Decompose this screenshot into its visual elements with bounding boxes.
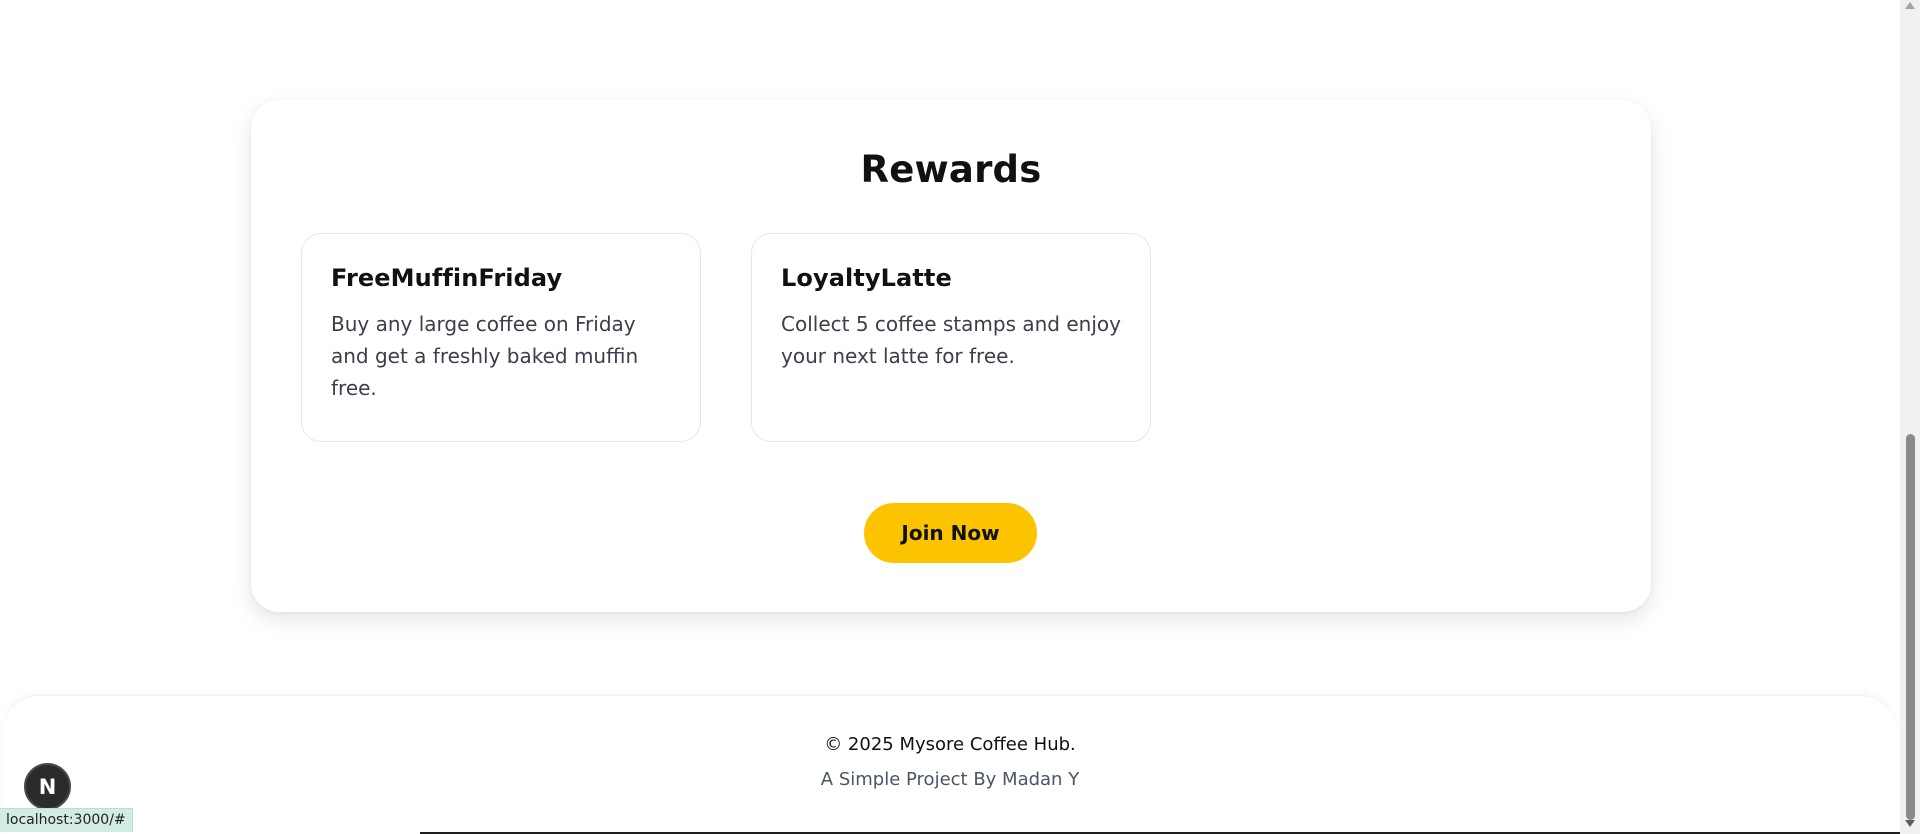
vertical-scrollbar[interactable]: [1900, 0, 1920, 834]
page: Rewards FreeMuffinFriday Buy any large c…: [0, 0, 1920, 834]
reward-card-loyalty-latte: LoyaltyLatte Collect 5 coffee stamps and…: [751, 233, 1151, 442]
status-bar-url: localhost:3000/#: [0, 808, 133, 832]
join-now-button[interactable]: Join Now: [864, 503, 1037, 563]
nextjs-icon[interactable]: N: [24, 763, 71, 810]
reward-name: FreeMuffinFriday: [331, 264, 563, 292]
reward-name: LoyaltyLatte: [781, 264, 952, 292]
reward-card-free-muffin-friday: FreeMuffinFriday Buy any large coffee on…: [301, 233, 701, 442]
reward-description: Collect 5 coffee stamps and enjoy your n…: [781, 312, 1121, 368]
scroll-up-arrow-icon[interactable]: [1905, 2, 1915, 9]
scroll-down-arrow-icon[interactable]: [1905, 820, 1915, 827]
page-content: Rewards FreeMuffinFriday Buy any large c…: [0, 0, 1900, 834]
reward-description: Buy any large coffee on Friday and get a…: [331, 312, 639, 400]
scrollbar-thumb[interactable]: [1906, 434, 1915, 820]
site-footer: © 2025 Mysore Coffee Hub. A Simple Proje…: [3, 695, 1897, 834]
rewards-title: Rewards: [860, 148, 1042, 191]
rewards-section: Rewards FreeMuffinFriday Buy any large c…: [251, 100, 1651, 612]
footer-credit: A Simple Project By Madan Y: [820, 769, 1080, 790]
footer-copyright: © 2025 Mysore Coffee Hub.: [824, 734, 1076, 755]
